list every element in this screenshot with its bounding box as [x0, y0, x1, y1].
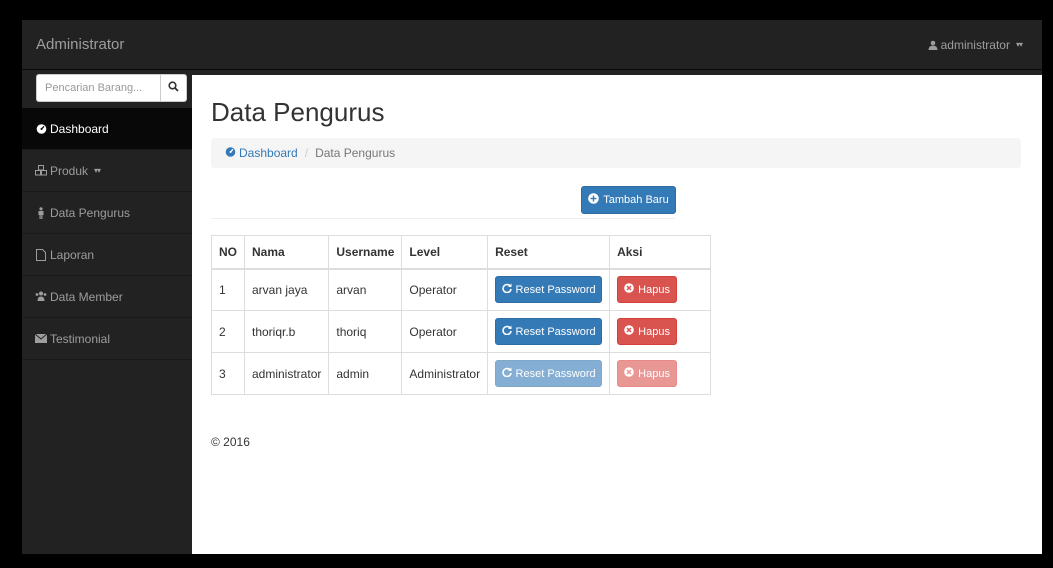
main-content: Data Pengurus Dashboard / Data Pengurus …	[192, 75, 1042, 554]
reset-password-label: Reset Password	[515, 283, 596, 296]
footer-copyright: © 2016	[211, 435, 250, 449]
times-circle-icon	[624, 283, 634, 296]
sidebar-item-label: Produk	[50, 163, 89, 178]
breadcrumb-home-label: Dashboard	[239, 146, 298, 160]
envelope-icon	[35, 333, 47, 345]
cell-reset: Reset Password	[487, 268, 611, 311]
breadcrumb-separator: /	[304, 146, 309, 160]
sidebar-item-data-member[interactable]: Data Member	[22, 276, 192, 318]
breadcrumb-home[interactable]: Dashboard	[225, 146, 298, 160]
reset-password-button[interactable]: Reset Password	[495, 318, 603, 345]
screenshot-frame: Administrator administrator ▾▾ Pencarian…	[0, 0, 1053, 568]
caret-down-icon: ▾▾	[94, 166, 101, 175]
table-row: 1 arvan jaya arvan Operator Reset Passwo…	[211, 268, 712, 311]
table-row: 3 administrator admin Administrator Rese…	[211, 352, 712, 395]
delete-button[interactable]: Hapus	[617, 276, 678, 304]
times-circle-icon	[624, 325, 634, 338]
user-dropdown[interactable]: administrator ▾▾	[928, 20, 1023, 70]
table-header-row: NO Nama Username Level Reset Aksi	[211, 235, 712, 270]
brand-link[interactable]: Administrator	[36, 20, 124, 70]
sidebar-item-dashboard[interactable]: Dashboard	[22, 108, 192, 150]
cell-reset: Reset Password	[487, 310, 611, 353]
cell-nama: administrator	[243, 352, 330, 395]
male-icon	[35, 206, 47, 219]
sidebar-item-data-pengurus[interactable]: Data Pengurus	[22, 192, 192, 234]
cell-reset: Reset Password	[487, 352, 611, 395]
cell-aksi: Hapus	[609, 310, 712, 353]
cell-nama: thoriqr.b	[243, 310, 330, 353]
file-icon	[35, 248, 47, 261]
user-icon	[928, 40, 938, 50]
sidebar-item-label: Dashboard	[50, 121, 109, 136]
caret-down-icon: ▾▾	[1015, 40, 1023, 49]
reset-password-label: Reset Password	[515, 325, 596, 338]
user-name: administrator	[940, 38, 1010, 52]
cell-level: Operator	[401, 310, 489, 353]
delete-button[interactable]: Hapus	[617, 318, 678, 345]
sidebar-item-testimonial[interactable]: Testimonial	[22, 318, 192, 360]
add-new-label: Tambah Baru	[603, 194, 669, 206]
refresh-icon	[501, 367, 512, 380]
pengurus-table: NO Nama Username Level Reset Aksi 1 arva…	[211, 235, 712, 395]
cell-no: 1	[211, 268, 245, 311]
page-title: Data Pengurus	[211, 97, 385, 127]
sidebar-item-label: Testimonial	[50, 331, 111, 346]
search-icon	[168, 79, 179, 97]
sidebar-item-label: Data Member	[50, 289, 123, 304]
column-header-level: Level	[401, 235, 489, 270]
cell-aksi: Hapus	[609, 268, 712, 311]
divider	[211, 218, 675, 219]
reset-password-button[interactable]: Reset Password	[495, 276, 603, 304]
sidebar-search	[36, 74, 187, 102]
table-row: 2 thoriqr.b thoriq Operator Reset Passwo…	[211, 310, 712, 353]
cubes-icon	[35, 165, 47, 177]
column-header-nama: Nama	[243, 235, 330, 270]
cell-nama: arvan jaya	[243, 268, 330, 311]
delete-button-disabled: Hapus	[617, 360, 678, 387]
refresh-icon	[501, 283, 512, 296]
cell-username: arvan	[328, 268, 403, 311]
search-button[interactable]	[160, 74, 187, 102]
cell-no: 3	[211, 352, 245, 395]
cell-level: Administrator	[401, 352, 489, 395]
dashboard-icon	[225, 146, 236, 160]
cell-username: admin	[328, 352, 403, 395]
delete-label: Hapus	[638, 325, 670, 338]
column-header-username: Username	[328, 235, 403, 270]
column-header-aksi: Aksi	[609, 235, 712, 270]
sidebar-item-label: Data Pengurus	[50, 205, 131, 220]
column-header-no: NO	[211, 235, 245, 270]
breadcrumb: Dashboard / Data Pengurus	[211, 138, 1021, 168]
sidebar-item-label: Laporan	[50, 247, 95, 262]
sidebar: Dashboard Produk ▾▾ Data Pengurus	[22, 70, 192, 554]
column-header-reset: Reset	[487, 235, 611, 270]
refresh-icon	[501, 325, 512, 338]
reset-password-button-disabled: Reset Password	[495, 360, 603, 387]
users-icon	[35, 291, 47, 303]
cell-username: thoriq	[328, 310, 403, 353]
top-navbar: Administrator administrator ▾▾	[22, 20, 1042, 70]
cell-aksi: Hapus	[609, 352, 712, 395]
reset-password-label: Reset Password	[515, 367, 596, 380]
plus-circle-icon	[588, 193, 600, 207]
times-circle-icon	[624, 367, 634, 380]
dashboard-icon	[35, 123, 47, 135]
delete-label: Hapus	[638, 367, 670, 380]
delete-label: Hapus	[638, 283, 670, 296]
app-window: Administrator administrator ▾▾ Pencarian…	[22, 20, 1042, 554]
sidebar-item-laporan[interactable]: Laporan	[22, 234, 192, 276]
add-new-button[interactable]: Tambah Baru	[581, 186, 676, 214]
cell-level: Operator	[401, 268, 489, 311]
sidebar-nav: Dashboard Produk ▾▾ Data Pengurus Lapora…	[22, 108, 192, 360]
breadcrumb-current: Data Pengurus	[315, 146, 396, 160]
sidebar-item-produk[interactable]: Produk ▾▾	[22, 150, 192, 192]
search-input[interactable]	[36, 74, 160, 102]
cell-no: 2	[211, 310, 245, 353]
